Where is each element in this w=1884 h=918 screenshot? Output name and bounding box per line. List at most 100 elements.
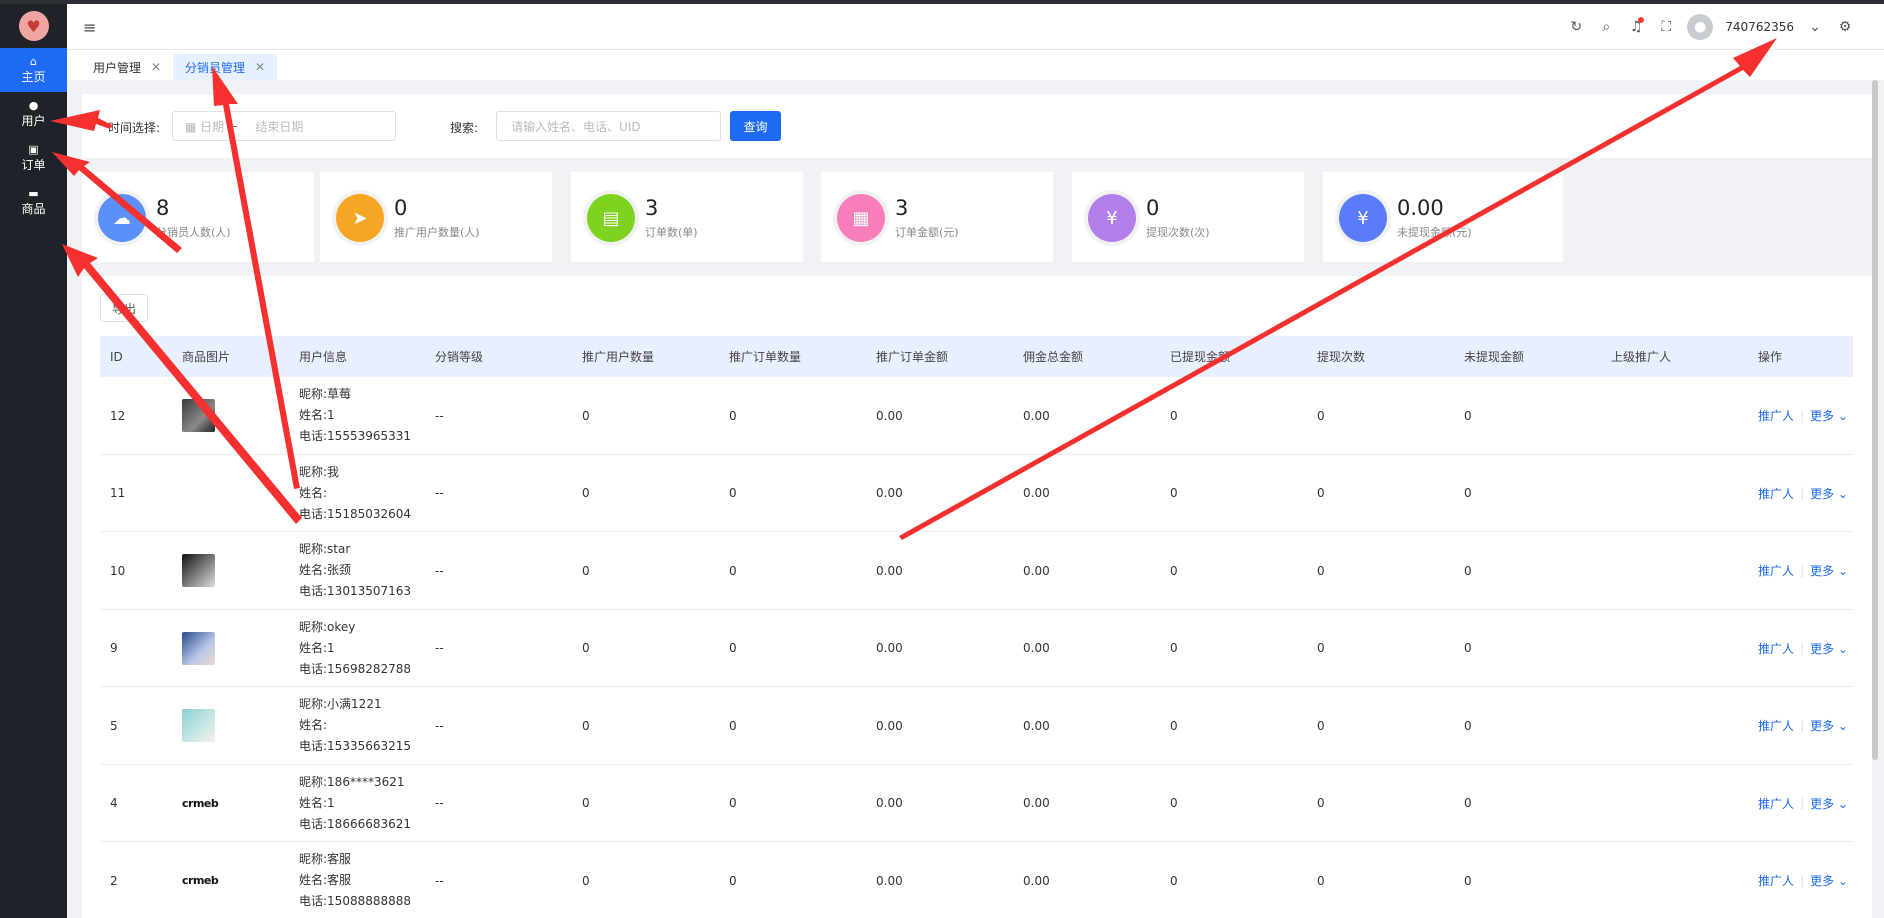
table-card: 导出 ID 商品图片 用户信息 分销等级 推广用户数量 推广订单数量 推广订单金额 佣金总金额… bbox=[82, 276, 1872, 918]
user-nickname: 昵称:客服 bbox=[299, 852, 352, 866]
fullscreen-icon[interactable]: ⛶ bbox=[1657, 19, 1675, 35]
cell-actions: 推广人 | 更多 ⌄ bbox=[1758, 842, 1848, 918]
chevron-down-icon: ⌄ bbox=[1837, 409, 1848, 423]
more-dropdown[interactable]: 更多 ⌄ bbox=[1810, 562, 1848, 579]
product-thumbnail[interactable] bbox=[182, 554, 215, 587]
stat-label: 分销员人数(人) bbox=[156, 226, 231, 239]
app-logo[interactable]: ♥ bbox=[0, 4, 67, 48]
product-thumbnail[interactable] bbox=[182, 631, 215, 665]
user-name: 姓名:客服 bbox=[299, 873, 352, 887]
sidebar-item-label: 订单 bbox=[21, 157, 46, 172]
cell-withdrawn: 0 bbox=[1170, 563, 1178, 578]
product-thumbnail[interactable] bbox=[182, 399, 215, 432]
paper-plane-icon: ➤ bbox=[336, 194, 384, 242]
cell-unwithdrawn: 0 bbox=[1464, 873, 1472, 888]
stat-value: 0 bbox=[1146, 196, 1160, 220]
cell-times: 0 bbox=[1317, 408, 1325, 423]
promoter-link[interactable]: 推广人 bbox=[1758, 795, 1794, 812]
cell-image bbox=[182, 532, 215, 609]
clipboard-icon: ▤ bbox=[587, 194, 635, 242]
search-icon[interactable]: ⌕ bbox=[1597, 19, 1615, 35]
cell-comm: 0.00 bbox=[1023, 718, 1050, 733]
stat-label: 提现次数(次) bbox=[1146, 226, 1210, 239]
user-icon: ● bbox=[28, 98, 39, 112]
more-dropdown[interactable]: 更多 ⌄ bbox=[1810, 717, 1848, 734]
close-icon[interactable]: ✕ bbox=[255, 60, 265, 74]
cell-withdrawn: 0 bbox=[1170, 641, 1178, 655]
sidebar-item-label: 商品 bbox=[21, 201, 46, 216]
more-dropdown[interactable]: 更多 ⌄ bbox=[1810, 872, 1848, 889]
divider: | bbox=[1800, 408, 1805, 423]
cell-user-info: 昵称:star 姓名:张颈 电话:13013507163 bbox=[299, 532, 411, 609]
cell-order_amt: 0.00 bbox=[876, 408, 903, 423]
bell-icon[interactable]: ♫ bbox=[1627, 17, 1645, 35]
tab-user-management[interactable]: 用户管理 ✕ bbox=[81, 54, 173, 80]
cell-actions: 推广人 | 更多 ⌄ bbox=[1758, 532, 1848, 609]
promoter-link[interactable]: 推广人 bbox=[1758, 717, 1794, 734]
avatar[interactable]: ● bbox=[1687, 14, 1714, 40]
sidebar-item-product[interactable]: ▬ 商品 bbox=[0, 180, 67, 224]
column-header: ID bbox=[110, 349, 123, 364]
tab-label: 用户管理 bbox=[93, 60, 142, 75]
divider: | bbox=[1800, 486, 1805, 500]
crmeb-logo: crmeb bbox=[182, 874, 219, 887]
sidebar-item-home[interactable]: ⌂ 主页 bbox=[0, 48, 67, 92]
cell-id: 4 bbox=[110, 796, 118, 810]
promoter-link[interactable]: 推广人 bbox=[1758, 485, 1794, 502]
scrollbar[interactable] bbox=[1872, 80, 1878, 760]
sidebar-item-order[interactable]: ▣ 订单 bbox=[0, 136, 67, 180]
user-phone: 电话:18666683621 bbox=[299, 816, 412, 831]
invoice-icon: ▦ bbox=[837, 194, 885, 242]
menu-toggle-icon[interactable]: ≡ bbox=[83, 18, 96, 37]
cell-orders: 0 bbox=[729, 486, 737, 500]
cell-order_amt: 0.00 bbox=[876, 796, 903, 810]
refresh-icon[interactable]: ↻ bbox=[1567, 19, 1585, 35]
cell-actions: 推广人 | 更多 ⌄ bbox=[1758, 455, 1848, 532]
more-dropdown[interactable]: 更多 ⌄ bbox=[1810, 795, 1848, 812]
filter-bar: 时间选择: ▦ 日期 - 结束日期 搜索: 请输入姓名、电话、UID 查询 bbox=[82, 94, 1872, 158]
cell-withdrawn: 0 bbox=[1170, 486, 1178, 500]
column-header: 已提现金额 bbox=[1170, 350, 1231, 364]
stat-card: ¥0.00 未提现金额(元) bbox=[1323, 172, 1563, 262]
promoter-link[interactable]: 推广人 bbox=[1758, 407, 1794, 424]
cell-orders: 0 bbox=[729, 796, 737, 810]
cell-times: 0 bbox=[1317, 641, 1325, 655]
stats-row: ☁ 8 分销员人数(人) ➤ 0 推广用户数量(人) ▤ 3 订单数(单) ▦ 3 订单金额(元) ¥0… bbox=[82, 172, 1872, 262]
column-header: 推广用户数量 bbox=[582, 350, 655, 364]
product-thumbnail[interactable] bbox=[182, 709, 215, 742]
tab-distributor-management[interactable]: 分销员管理 ✕ bbox=[173, 54, 278, 80]
cell-id: 11 bbox=[110, 486, 126, 500]
cell-users: 0 bbox=[582, 718, 590, 733]
more-dropdown[interactable]: 更多 ⌄ bbox=[1810, 640, 1848, 657]
table-row: 12 昵称:草莓 姓名:1 电话:15553965331 -- 0 0 0.00 0.00 0 0 0… bbox=[100, 377, 1853, 455]
stat-card: ▦ 3 订单金额(元) bbox=[821, 172, 1053, 262]
cell-comm: 0.00 bbox=[1023, 873, 1050, 888]
cell-image: crmeb bbox=[182, 765, 219, 842]
chevron-down-icon[interactable]: ⌄ bbox=[1806, 19, 1824, 35]
cell-image bbox=[182, 377, 215, 454]
gear-icon[interactable]: ⚙ bbox=[1836, 19, 1854, 35]
more-dropdown[interactable]: 更多 ⌄ bbox=[1810, 407, 1848, 424]
sidebar-item-user[interactable]: ● 用户 bbox=[0, 92, 67, 136]
cell-level: -- bbox=[435, 563, 444, 578]
promoter-link[interactable]: 推广人 bbox=[1758, 872, 1794, 889]
search-input[interactable]: 请输入姓名、电话、UID bbox=[496, 111, 721, 141]
date-range-picker[interactable]: ▦ 日期 - 结束日期 bbox=[172, 111, 396, 141]
chevron-down-icon: ⌄ bbox=[1837, 719, 1848, 733]
user-name: 姓名:1 bbox=[299, 640, 335, 655]
more-label: 更多 bbox=[1810, 409, 1835, 423]
export-button[interactable]: 导出 bbox=[100, 294, 148, 322]
more-dropdown[interactable]: 更多 ⌄ bbox=[1810, 485, 1848, 502]
search-label: 搜索: bbox=[450, 121, 479, 135]
promoter-link[interactable]: 推广人 bbox=[1758, 562, 1794, 579]
more-label: 更多 bbox=[1810, 641, 1835, 656]
query-button[interactable]: 查询 bbox=[730, 111, 781, 141]
cell-comm: 0.00 bbox=[1023, 563, 1050, 578]
username[interactable]: 740762356 bbox=[1725, 20, 1794, 34]
column-header: 佣金总金额 bbox=[1023, 350, 1084, 364]
cell-orders: 0 bbox=[729, 873, 737, 888]
chevron-down-icon: ⌄ bbox=[1837, 796, 1848, 811]
stat-value: 8 bbox=[156, 196, 170, 220]
close-icon[interactable]: ✕ bbox=[151, 60, 161, 74]
promoter-link[interactable]: 推广人 bbox=[1758, 640, 1794, 657]
